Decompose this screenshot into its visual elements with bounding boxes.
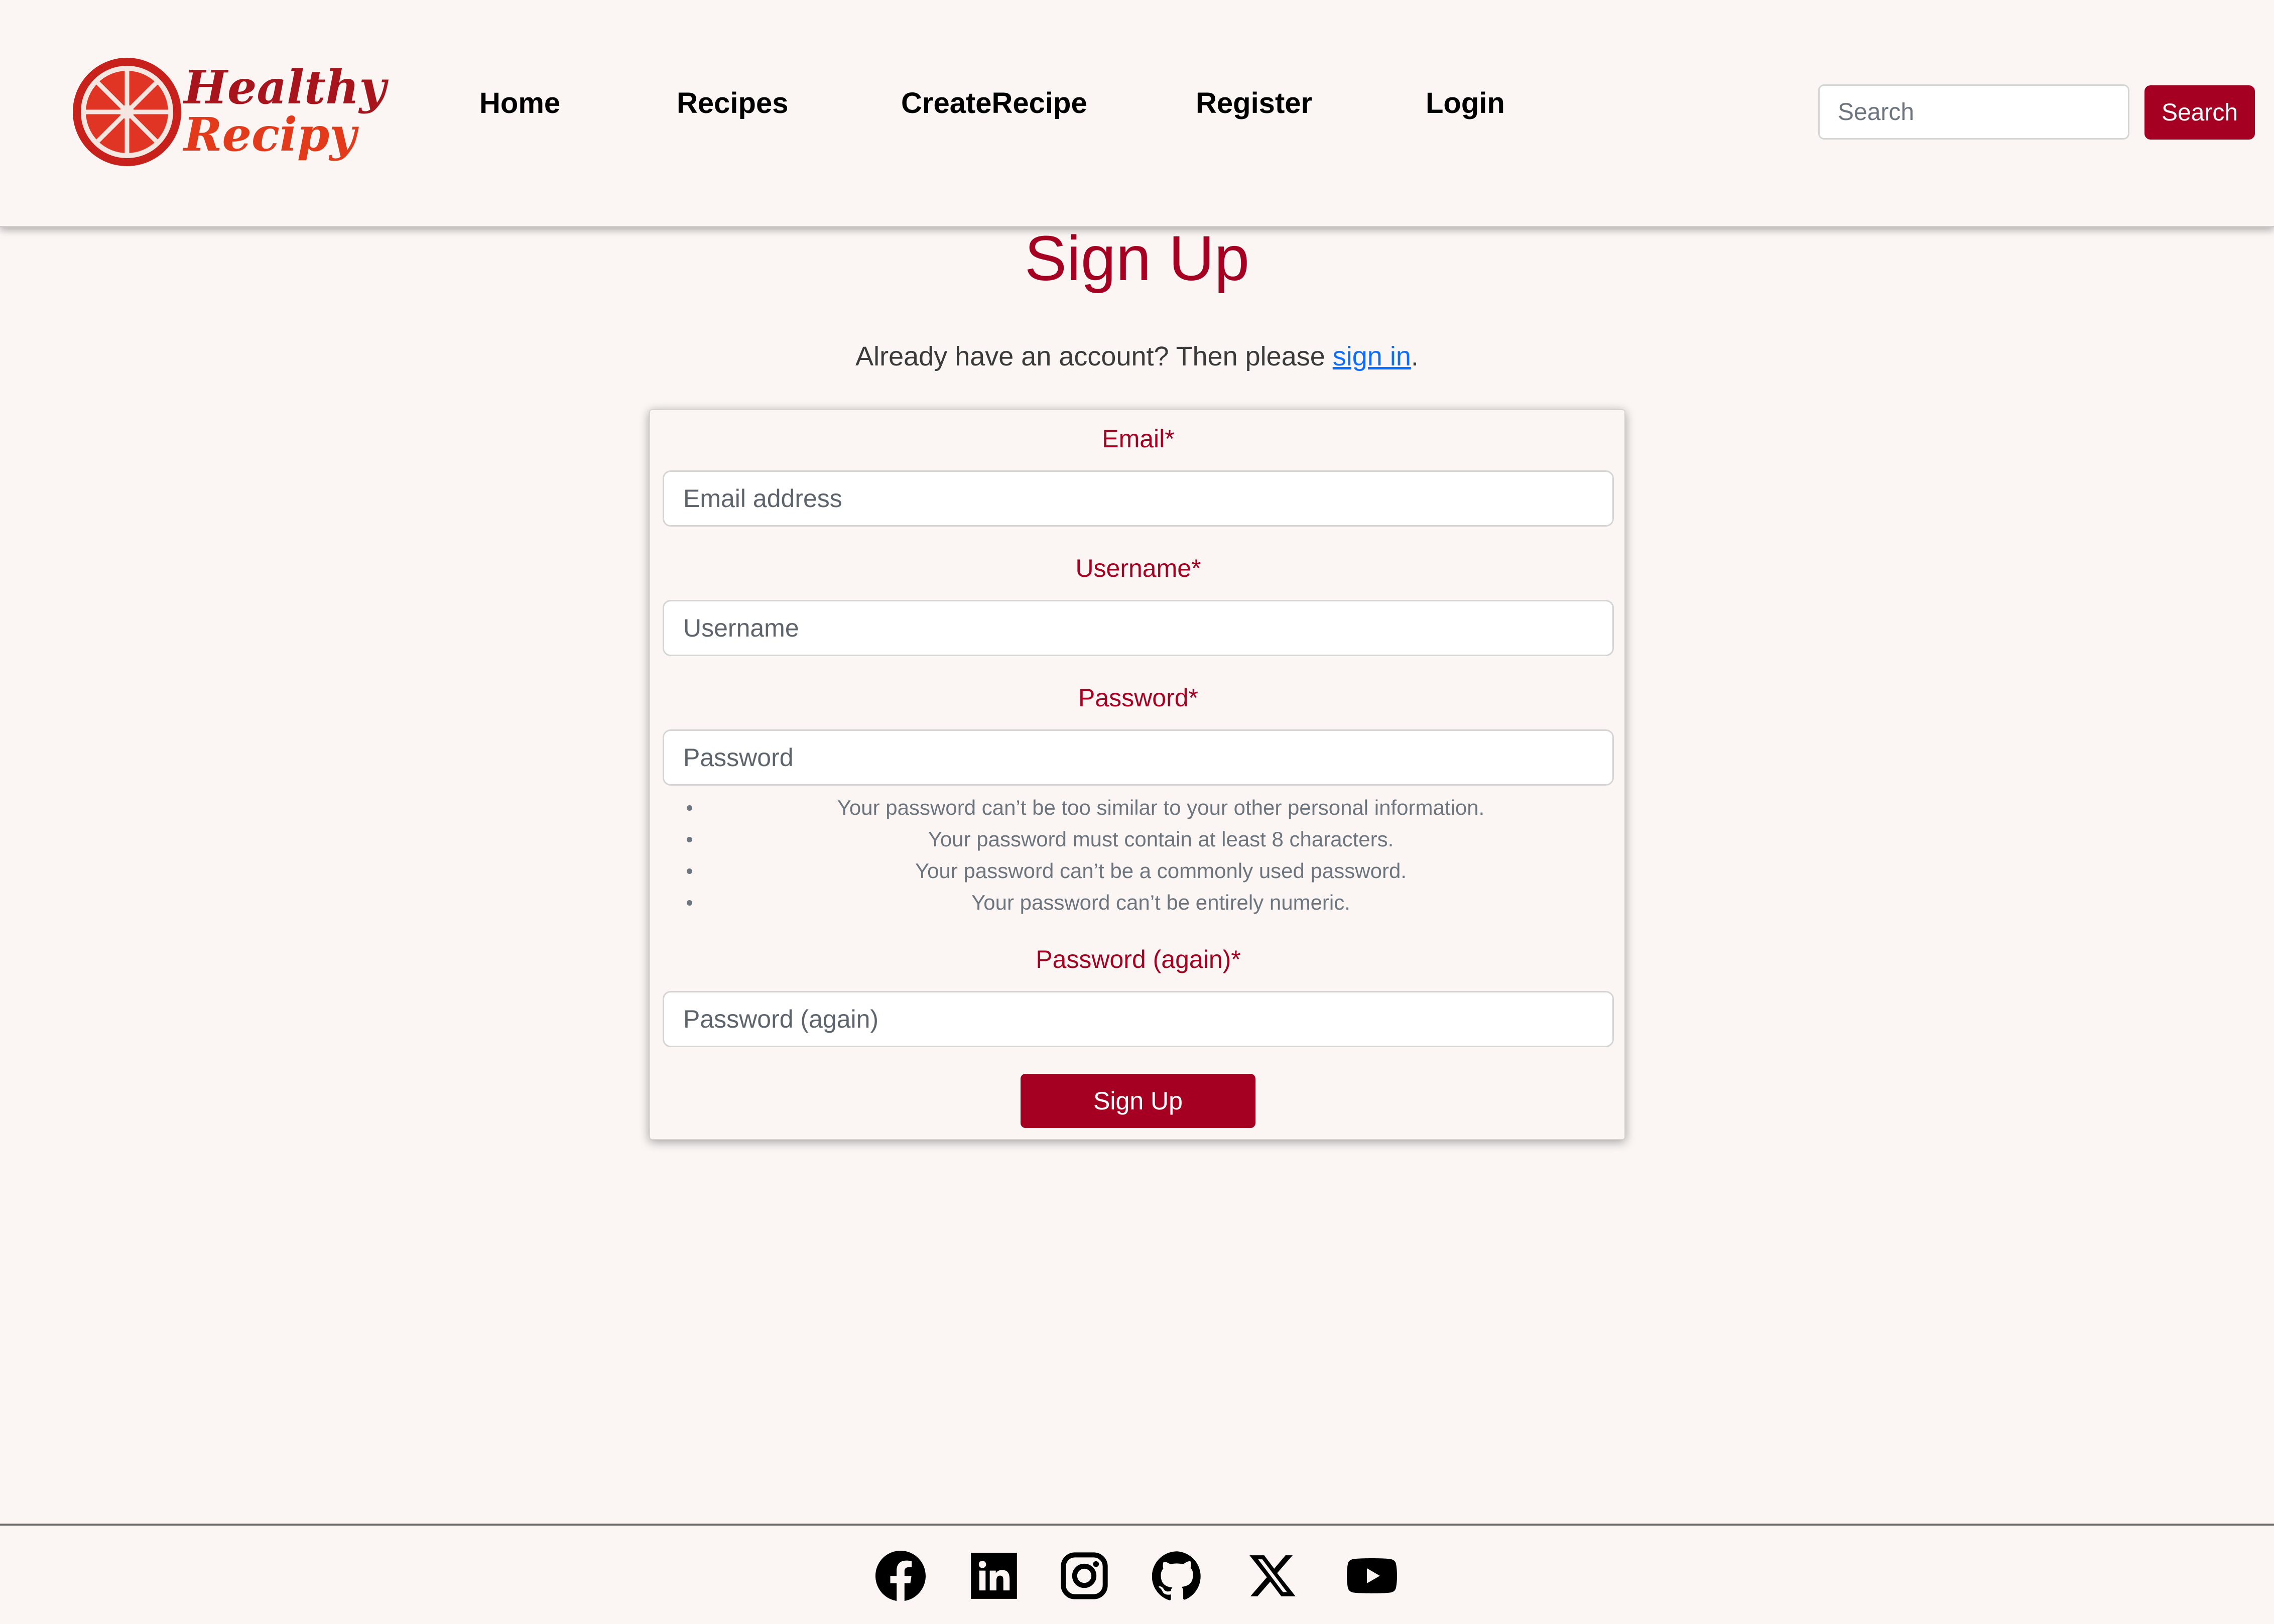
password-help-text: Your password can’t be entirely numeric. — [971, 891, 1350, 914]
password-help-text: Your password can’t be too similar to yo… — [837, 796, 1485, 819]
password-help-item: Your password can’t be too similar to yo… — [650, 792, 1626, 823]
email-field[interactable] — [663, 470, 1614, 527]
bullet-icon — [687, 805, 692, 811]
signin-prompt-text: Already have an account? Then please — [855, 341, 1333, 371]
username-field[interactable] — [663, 600, 1614, 656]
youtube-icon[interactable] — [1347, 1551, 1397, 1601]
instagram-icon[interactable] — [1059, 1551, 1109, 1601]
password-help-text: Your password must contain at least 8 ch… — [928, 827, 1394, 851]
signin-prompt: Already have an account? Then please sig… — [0, 341, 2274, 372]
search-button[interactable]: Search — [2144, 85, 2255, 140]
brand-logo[interactable]: Healthy Recipy — [69, 54, 391, 170]
password-field[interactable] — [663, 729, 1614, 786]
nav-create-recipe[interactable]: CreateRecipe — [901, 86, 1087, 120]
password-help-item: Your password can’t be entirely numeric. — [650, 887, 1626, 918]
password-again-label: Password (again)* — [1036, 945, 1241, 973]
password-help-list: Your password can’t be too similar to yo… — [650, 792, 1626, 918]
site-header: Healthy Recipy Home Recipes CreateRecipe… — [0, 0, 2274, 227]
nav-recipes[interactable]: Recipes — [677, 86, 788, 120]
sign-up-button[interactable]: Sign Up — [1021, 1074, 1255, 1128]
orange-slice-icon: Healthy Recipy — [73, 58, 389, 166]
signup-form: Email* Username* Password* Your password… — [649, 409, 1625, 1140]
nav-login[interactable]: Login — [1426, 86, 1505, 120]
password-again-field[interactable] — [663, 991, 1614, 1047]
password-help-item: Your password must contain at least 8 ch… — [650, 823, 1626, 855]
bullet-icon — [687, 837, 692, 842]
svg-text:Healthy: Healthy — [182, 60, 389, 114]
bullet-icon — [687, 868, 692, 874]
bullet-icon — [687, 900, 692, 906]
x-icon[interactable] — [1247, 1551, 1298, 1601]
password-label: Password* — [1078, 684, 1198, 712]
password-help-text: Your password can’t be a commonly used p… — [915, 859, 1407, 883]
nav-register[interactable]: Register — [1196, 86, 1312, 120]
facebook-icon[interactable] — [875, 1551, 926, 1601]
search-input[interactable] — [1818, 84, 2129, 140]
nav-home[interactable]: Home — [479, 86, 560, 120]
linkedin-icon[interactable] — [969, 1551, 1019, 1601]
signin-link[interactable]: sign in — [1333, 341, 1411, 371]
svg-text:Recipy: Recipy — [182, 107, 359, 162]
password-help-item: Your password can’t be a commonly used p… — [650, 855, 1626, 887]
github-icon[interactable] — [1152, 1551, 1202, 1601]
signin-prompt-end: . — [1411, 341, 1419, 371]
username-label: Username* — [1075, 554, 1201, 582]
site-footer — [0, 1524, 2274, 1624]
email-label: Email* — [1102, 425, 1175, 453]
page-title: Sign Up — [1024, 223, 1250, 294]
